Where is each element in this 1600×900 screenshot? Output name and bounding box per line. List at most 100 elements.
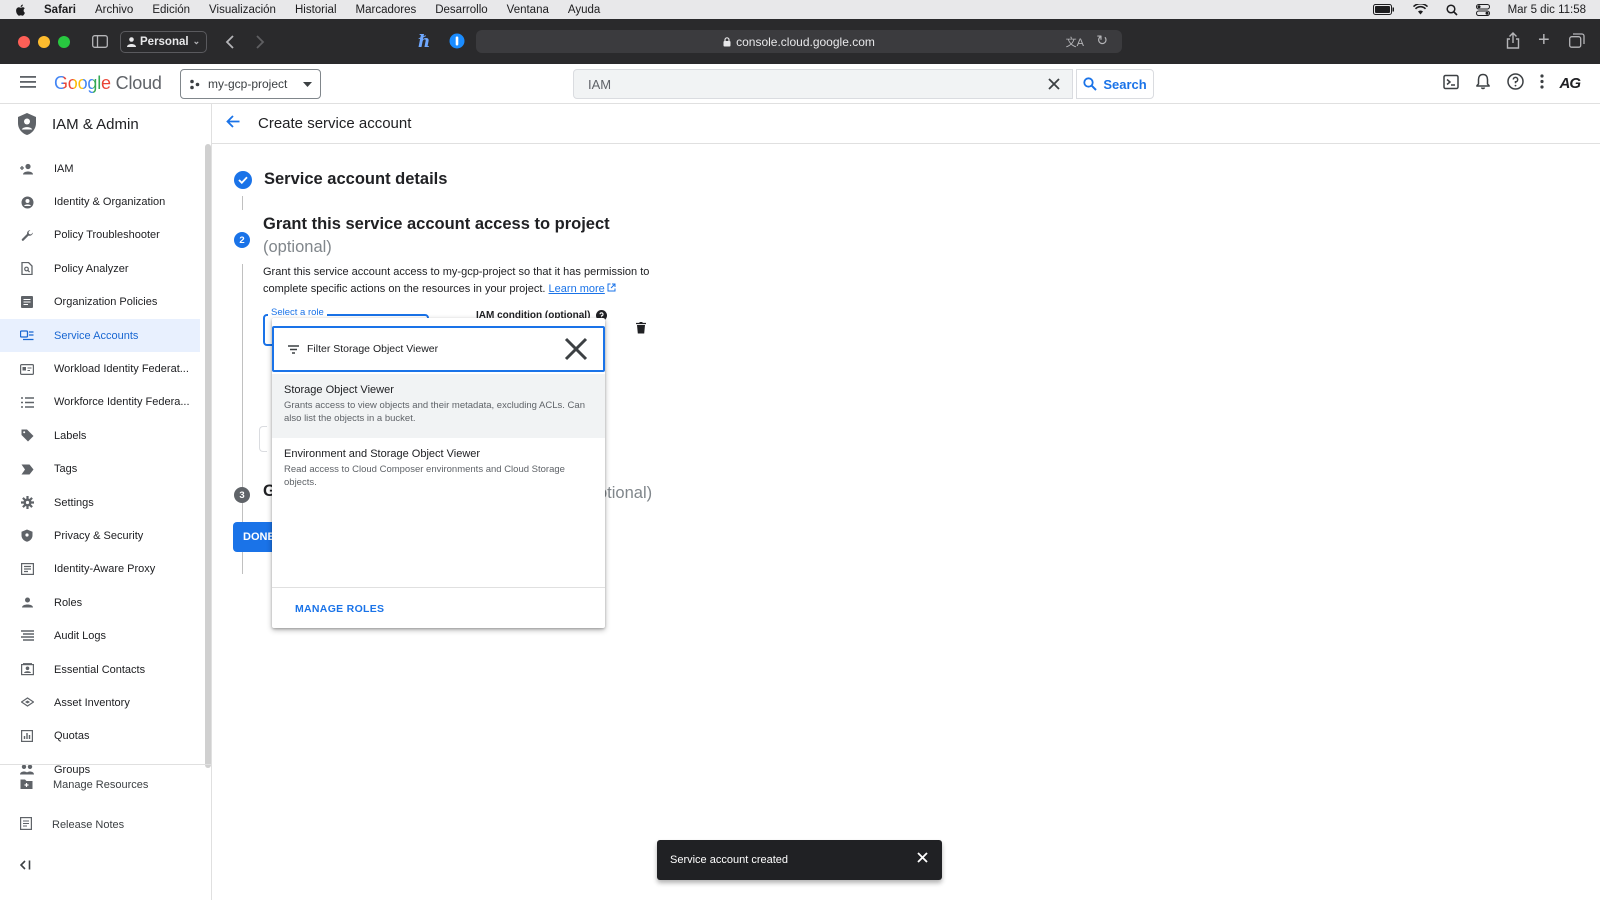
menu-edicion[interactable]: Edición xyxy=(152,4,190,16)
extension-1password-icon[interactable] xyxy=(449,33,465,49)
new-tab-icon[interactable]: + xyxy=(1538,29,1550,52)
manage-resources-icon xyxy=(20,777,33,793)
sidebar-item-tags[interactable]: Tags xyxy=(0,453,200,486)
sidebar-item-service-accounts[interactable]: Service Accounts xyxy=(0,318,200,353)
external-link-icon xyxy=(607,283,616,292)
menu-archivo[interactable]: Archivo xyxy=(95,4,133,16)
clear-filter-icon[interactable] xyxy=(563,336,589,365)
iam-shield-icon xyxy=(18,113,36,135)
role-option[interactable]: Environment and Storage Object Viewer Re… xyxy=(272,438,605,502)
sidebar-item-policy-troubleshooter[interactable]: Policy Troubleshooter xyxy=(0,219,200,252)
sidebar-item-settings[interactable]: Settings xyxy=(0,486,200,519)
sidebar-item-label: Asset Inventory xyxy=(54,696,130,709)
add-role-button[interactable] xyxy=(259,426,267,452)
sidebar-item-identity-aware-proxy[interactable]: Identity-Aware Proxy xyxy=(0,553,200,586)
sidebar-item-label: Workload Identity Federat... xyxy=(54,363,189,376)
project-selector[interactable]: my-gcp-project xyxy=(180,69,321,99)
extension-h-icon[interactable]: ℏ xyxy=(418,32,430,52)
sidebar-footer: Manage Resources Release Notes xyxy=(0,764,212,845)
clear-search-icon[interactable] xyxy=(1048,78,1060,93)
more-vert-icon[interactable] xyxy=(1539,74,1544,92)
minimize-window-button[interactable] xyxy=(38,35,50,48)
search-button[interactable]: Search xyxy=(1076,69,1154,99)
role-option-name: Storage Object Viewer xyxy=(284,384,394,396)
layers-icon xyxy=(20,696,34,710)
cloud-shell-icon[interactable] xyxy=(1442,74,1459,93)
tab-overview-icon[interactable] xyxy=(1569,33,1585,48)
delete-icon[interactable] xyxy=(636,321,646,337)
menu-ayuda[interactable]: Ayuda xyxy=(568,4,600,16)
step-connector xyxy=(242,196,243,210)
menu-marcadores[interactable]: Marcadores xyxy=(356,4,417,16)
sidebar-item-essential-contacts[interactable]: Essential Contacts xyxy=(0,653,200,686)
learn-more-link[interactable]: Learn more xyxy=(549,283,605,295)
collapse-sidebar-icon[interactable] xyxy=(19,859,31,873)
menu-desarrollo[interactable]: Desarrollo xyxy=(435,4,487,16)
sidebar-item-label: Labels xyxy=(54,429,87,442)
release-notes-link[interactable]: Release Notes xyxy=(0,805,212,845)
contacts-icon xyxy=(20,663,34,677)
sidebar: IAM & Admin IAM Identity & Organization … xyxy=(0,104,212,900)
menu-ventana[interactable]: Ventana xyxy=(507,4,549,16)
sidebar-item-roles[interactable]: Roles xyxy=(0,586,200,619)
sidebar-item-workforce-identity[interactable]: Workforce Identity Federa... xyxy=(0,386,200,419)
zoom-window-button[interactable] xyxy=(58,35,70,48)
profile-selector[interactable]: Personal ⌄ xyxy=(120,30,208,53)
reload-icon[interactable]: ↻ xyxy=(1096,32,1108,49)
wifi-icon[interactable] xyxy=(1412,4,1428,15)
menubar-clock[interactable]: Mar 5 dic 11:58 xyxy=(1508,4,1586,16)
sidebar-item-identity-organization[interactable]: Identity & Organization xyxy=(0,185,200,218)
address-bar[interactable]: console.cloud.google.com 文A ↻ xyxy=(476,30,1122,53)
control-center-icon[interactable] xyxy=(1475,3,1490,16)
sidebar-item-labels[interactable]: Labels xyxy=(0,419,200,452)
spotlight-search-icon[interactable] xyxy=(1446,3,1458,16)
gear-icon xyxy=(20,496,34,510)
apple-icon[interactable] xyxy=(14,3,28,17)
console-search-input[interactable]: IAM xyxy=(573,69,1073,99)
sidebar-scrollbar[interactable] xyxy=(205,144,211,768)
sidebar-item-workload-identity[interactable]: Workload Identity Federat... xyxy=(0,352,200,385)
notifications-bell-icon[interactable] xyxy=(1475,73,1491,93)
forward-icon[interactable] xyxy=(255,34,265,49)
step-1-header[interactable]: Service account details xyxy=(234,170,447,189)
sidebar-item-label: Settings xyxy=(54,496,94,509)
project-name: my-gcp-project xyxy=(208,77,288,91)
sidebar-item-organization-policies[interactable]: Organization Policies xyxy=(0,286,200,319)
shield-icon xyxy=(20,529,34,543)
project-nodes-icon xyxy=(190,79,200,89)
hamburger-menu-icon[interactable] xyxy=(20,76,36,91)
sidebar-toggle-icon[interactable] xyxy=(92,35,108,48)
sidebar-item-privacy-security[interactable]: Privacy & Security xyxy=(0,519,200,552)
menu-historial[interactable]: Historial xyxy=(295,4,337,16)
avatar[interactable]: AG xyxy=(1560,75,1581,92)
sidebar-item-policy-analyzer[interactable]: Policy Analyzer xyxy=(0,252,200,285)
browser-toolbar: Personal ⌄ ℏ console.cloud.google.com 文A… xyxy=(0,19,1600,64)
help-icon[interactable] xyxy=(1506,73,1524,93)
google-cloud-logo[interactable]: Google Cloud xyxy=(54,73,162,94)
share-icon[interactable] xyxy=(1506,32,1520,49)
manage-roles-button[interactable]: MANAGE ROLES xyxy=(295,603,384,615)
page-title: Create service account xyxy=(258,115,412,132)
logo-cloud-text: Cloud xyxy=(115,73,162,93)
menu-visualizacion[interactable]: Visualización xyxy=(209,4,276,16)
search-icon xyxy=(1083,77,1098,91)
menu-app-safari[interactable]: Safari xyxy=(44,4,76,16)
close-icon[interactable] xyxy=(917,852,928,866)
label-arrow-icon xyxy=(20,462,34,476)
page-titlebar: Create service account xyxy=(212,104,1600,144)
back-icon[interactable] xyxy=(225,34,235,49)
role-filter-input[interactable]: Filter Storage Object Viewer xyxy=(272,326,605,372)
sidebar-item-audit-logs[interactable]: Audit Logs xyxy=(0,619,200,652)
sidebar-item-iam[interactable]: IAM xyxy=(0,152,200,185)
sidebar-item-asset-inventory[interactable]: Asset Inventory xyxy=(0,686,200,719)
back-arrow-icon[interactable] xyxy=(226,115,240,132)
battery-icon[interactable] xyxy=(1372,4,1395,15)
sidebar-item-quotas[interactable]: Quotas xyxy=(0,720,200,753)
person-add-icon xyxy=(20,162,34,176)
manage-resources-link[interactable]: Manage Resources xyxy=(0,765,212,805)
translate-icon[interactable]: 文A xyxy=(1066,34,1084,50)
logo-google-text: Google xyxy=(54,73,111,93)
close-window-button[interactable] xyxy=(18,35,30,48)
list-box-icon xyxy=(20,295,34,309)
role-option[interactable]: Storage Object Viewer Grants access to v… xyxy=(272,374,605,438)
